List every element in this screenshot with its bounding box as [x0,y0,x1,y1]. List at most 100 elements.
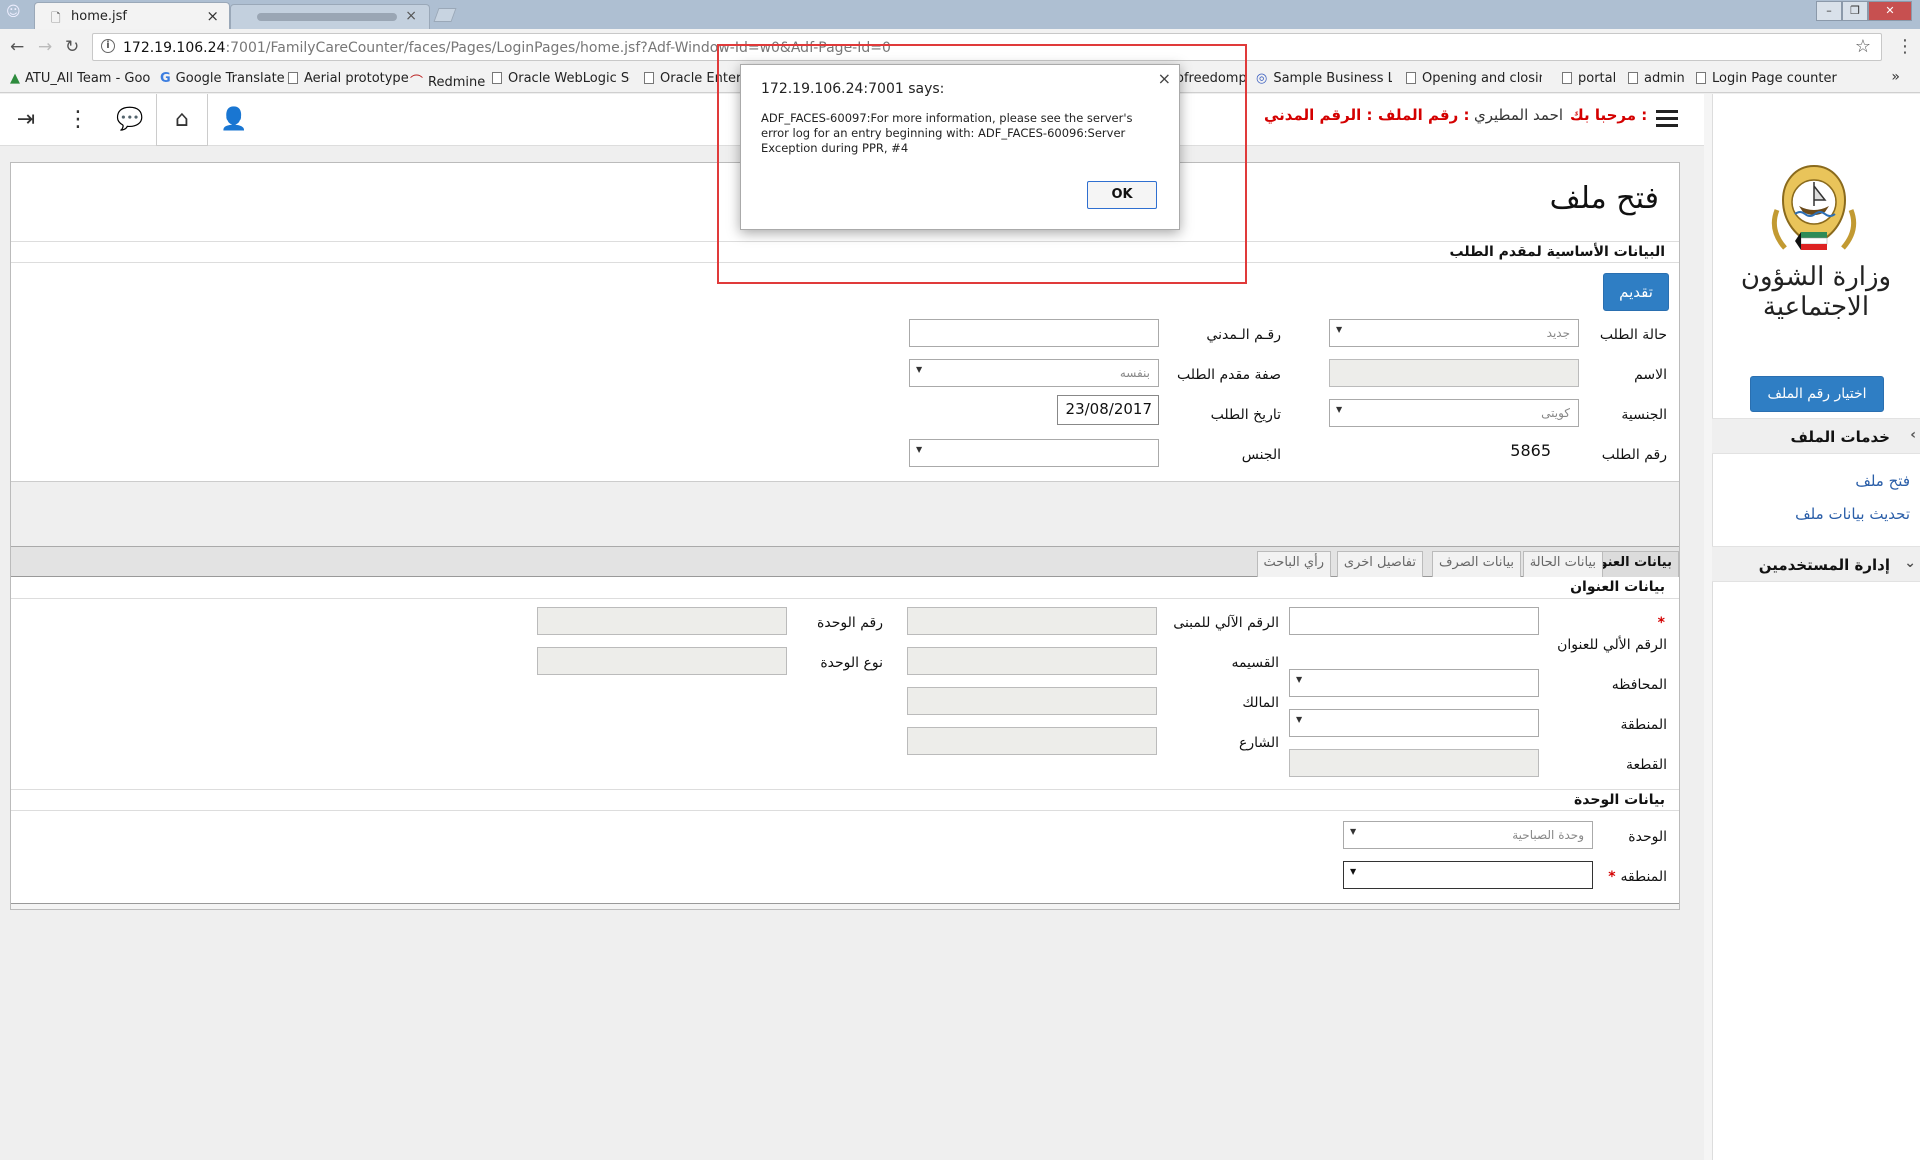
civil-no-label: رقـم الـمدني [1206,327,1281,343]
unit-no-label: رقم الوحدة [817,615,883,631]
request-date-field[interactable]: 23/08/2017 [1057,395,1159,425]
request-status-label: حالة الطلب [1599,327,1667,343]
name-field [1329,359,1579,387]
close-icon[interactable]: × [1158,69,1171,88]
unit-type-field [537,647,787,675]
panel-footer [11,903,1679,909]
ministry-emblem-icon [1771,164,1857,250]
request-status-select[interactable]: ▼ جديد [1329,319,1579,347]
bookmark-item[interactable]: Opening and closing [1406,71,1542,86]
required-marker: * [1657,615,1665,631]
user-name: احمد المطيري [1474,106,1564,124]
blurred-tab-title [257,13,397,21]
name-label: الاسم [1634,367,1667,383]
more-icon[interactable]: ⋮ [52,94,104,146]
unit-no-field [537,607,787,635]
tab-title: home.jsf [71,9,127,24]
ok-button[interactable]: OK [1087,181,1157,209]
section-header-address: بيانات العنوان [11,577,1679,599]
detail-tabs: بيانات العنوان بيانات الحالة بيانات الصر… [11,547,1679,577]
block-label: القطعة [1626,757,1667,773]
bookmark-item[interactable]: Aerial prototype [288,71,409,86]
bookmark-item[interactable]: Login Page counter [1696,71,1837,86]
tab-case[interactable]: بيانات الحالة [1522,551,1603,577]
chevron-left-icon: ‹ [1910,427,1916,443]
submit-button[interactable]: تقديم [1603,273,1669,311]
request-no-value: 5865 [1510,441,1551,460]
gender-label: الجنس [1241,447,1281,463]
bookmarks-overflow-icon[interactable]: » [1891,69,1900,85]
user-management-title: إدارة المستخدمين [1758,556,1890,574]
info-icon[interactable]: i [101,39,115,53]
reload-icon[interactable]: ↻ [65,37,79,57]
choose-file-button[interactable]: اختيار رقم الملف [1750,376,1884,412]
chat-icon[interactable]: 💬 [104,94,156,146]
dialog-message: ADF_FACES-60097:For more information, pl… [761,111,1133,155]
back-icon[interactable]: ← [10,37,24,57]
browser-menu-icon[interactable]: ⋮ [1896,36,1914,57]
owner-label: المالك [1242,695,1279,711]
request-date-label: تاريخ الطلب [1210,407,1281,423]
nationality-label: الجنسية [1621,407,1667,423]
logout-icon[interactable]: ⇥ [0,94,52,146]
welcome-label: مرحبا بك : [1570,106,1648,124]
voucher-field [907,647,1157,675]
ministry-name: وزارة الشؤون الاجتماعية [1740,262,1892,322]
sidebar-link-update-file[interactable]: تحديث بيانات ملف [1795,505,1910,523]
bookmark-item[interactable]: ⌒ Redmine [410,71,485,90]
bookmark-item[interactable]: Oracle WebLogic Ser [492,71,630,86]
unit-select[interactable]: ▼ وحدة الصباحية [1343,821,1593,849]
region-select[interactable]: ▼ [1343,861,1593,889]
tab-close-icon[interactable]: × [206,7,219,25]
tab-payment[interactable]: بيانات الصرف [1432,551,1521,577]
section-header-unit: بيانات الوحدة [11,789,1679,811]
profile-icon[interactable]: ☺ [6,4,26,22]
unit-label: الوحدة [1628,829,1667,845]
vertical-scrollbar[interactable] [1704,94,1712,1160]
governorate-select[interactable]: ▼ [1289,669,1539,697]
applicant-role-select[interactable]: ▼ بنفسه [909,359,1159,387]
page-title: فتح ملف [1549,181,1659,216]
area-select[interactable]: ▼ [1289,709,1539,737]
region-label: * المنطقه [1608,869,1667,885]
required-marker: * [1608,869,1621,885]
forward-icon[interactable]: → [38,37,52,57]
page-icon: 🗋 [51,11,61,25]
owner-field [907,687,1157,715]
minimize-button[interactable]: – [1816,1,1842,21]
civil-no-input[interactable] [909,319,1159,347]
hamburger-menu-icon[interactable] [1656,110,1678,128]
bookmark-item[interactable]: admin [1628,71,1685,86]
voucher-label: القسيمه [1231,655,1279,671]
gender-select[interactable]: ▼ [909,439,1159,467]
new-tab-button[interactable] [433,8,457,22]
close-window-button[interactable]: ✕ [1868,1,1912,21]
user-management-section[interactable]: إدارة المستخدمين ⌄ [1712,546,1920,582]
unit-type-label: نوع الوحدة [820,655,883,671]
spacer-band [11,481,1679,547]
civil-no-label: الرقم المدني : [1264,106,1373,124]
tab-close-icon[interactable]: × [405,8,417,24]
auto-address-label: الرقم الألي للعنوان [1557,637,1667,653]
browser-tab-inactive[interactable]: × [230,4,430,29]
user-icon[interactable]: 👤 [208,94,260,146]
bookmark-item[interactable]: ▲ ATU_All Team - Goog [10,71,150,86]
auto-address-input[interactable] [1289,607,1539,635]
browser-tab-strip: ☺ 🗋 home.jsf × × – ❐ ✕ [0,0,1920,29]
maximize-button[interactable]: ❐ [1842,1,1868,21]
file-services-section[interactable]: خدمات الملف ‹ [1712,418,1920,454]
bookmark-star-icon[interactable]: ☆ [1855,36,1871,57]
auto-building-label: الرقم الآلي للمبنى [1173,615,1279,631]
area-label: المنطقة [1620,717,1667,733]
governorate-label: المحافظه [1611,677,1667,693]
browser-tab-active[interactable]: 🗋 home.jsf × [34,2,230,29]
tab-researcher-opinion[interactable]: رأي الباحث [1256,551,1331,577]
sidebar-link-open-file[interactable]: فتح ملف [1855,472,1910,490]
bookmark-item[interactable]: portal [1562,71,1616,86]
bookmark-item[interactable]: G Google Translate [160,71,285,86]
block-field [1289,749,1539,777]
bookmark-item[interactable]: ◎Sample Business Lett [1256,71,1392,86]
home-icon[interactable]: ⌂ [156,94,208,146]
nationality-select[interactable]: ▼ كويتى [1329,399,1579,427]
tab-other-details[interactable]: تفاصيل اخرى [1336,551,1423,577]
